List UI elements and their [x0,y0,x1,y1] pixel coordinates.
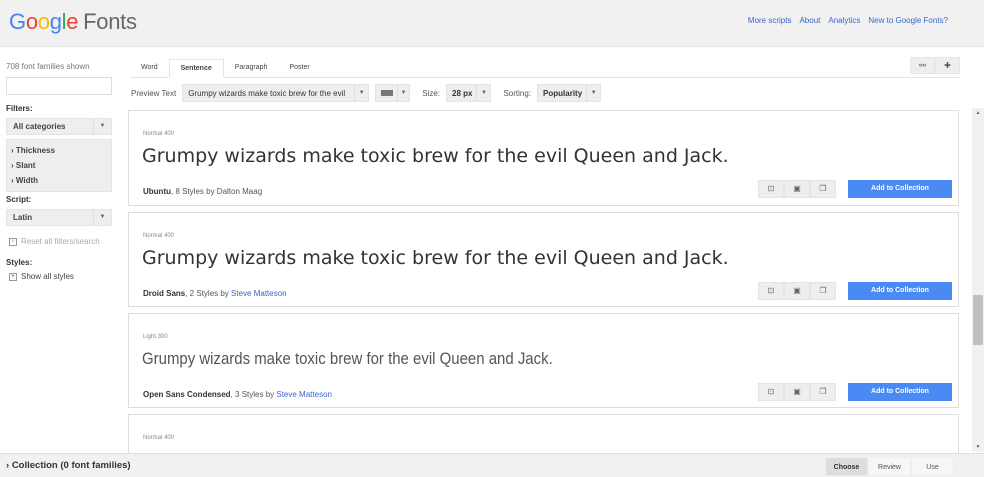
filters-label: Filters: [6,104,33,113]
scroll-down-icon[interactable]: ▼ [972,444,984,450]
font-count: 708 font families shown [6,62,90,71]
collection-footer: › Collection (0 font families) Choose Re… [0,453,984,477]
tab-paragraph[interactable]: Paragraph [224,59,279,77]
category-select[interactable]: All categories ▼ [6,118,112,135]
filter-group: › Thickness › Slant › Width [6,139,112,192]
font-sample: Grumpy wizards make toxic brew for the e… [142,349,553,368]
styles-label: Styles: [6,258,33,267]
tab-sentence[interactable]: Sentence [168,59,224,78]
link-more-scripts[interactable]: More scripts [748,16,792,25]
font-sample: Grumpy wizards make toxic brew for the e… [142,247,729,269]
chevron-down-icon: ▼ [93,119,111,134]
preview-text-value: Grumpy wizards make toxic brew for the e… [188,88,346,98]
font-sample: Grumpy wizards make toxic brew for the e… [142,145,729,167]
font-author: Dalton Maag [216,187,263,196]
font-card-ubuntu: Normal 400 Grumpy wizards make toxic bre… [128,110,959,206]
keyboard-select[interactable]: ▼ [375,84,411,102]
filter-thickness[interactable]: › Thickness [11,143,107,158]
script-value: Latin [13,213,33,222]
chevron-down-icon: ▼ [476,85,490,101]
pop-out-icon[interactable]: ▣ [784,180,810,198]
scrollbar[interactable]: ▲ ▼ [972,108,984,452]
link-analytics[interactable]: Analytics [828,16,860,25]
chevron-down-icon: ▼ [93,210,111,225]
link-icon[interactable]: ⚯ [910,57,935,74]
chevron-down-icon: ▼ [586,85,600,101]
compare-icon[interactable]: ❐ [810,383,836,401]
tab-word[interactable]: Word [130,59,169,77]
font-name: Droid Sans [143,289,186,298]
logo-google: Google [9,9,79,34]
filter-slant[interactable]: › Slant [11,158,107,173]
tab-use[interactable]: Use [911,457,954,476]
add-to-collection-button[interactable]: Add to Collection [848,282,952,300]
category-value: All categories [13,122,66,131]
quick-use-icon[interactable]: ⊡ [758,383,784,401]
reset-label: Reset all filters/search [21,237,100,246]
link-about[interactable]: About [799,16,820,25]
show-styles-label: Show all styles [21,272,74,281]
script-select[interactable]: Latin ▼ [6,209,112,226]
chevron-down-icon: ▼ [396,85,410,101]
search-input[interactable] [6,77,112,95]
collection-label: Collection (0 font families) [11,460,131,471]
compare-icon[interactable]: ❐ [810,180,836,198]
font-name: Ubuntu [143,187,171,196]
sorting-value: Popularity [543,88,583,98]
font-author-link[interactable]: Steve Matteson [231,289,287,298]
preview-text-label: Preview Text [131,88,177,98]
tab-review[interactable]: Review [868,457,911,476]
scroll-up-icon[interactable]: ▲ [972,110,984,116]
font-style-label: Light 300 [143,334,168,340]
sorting-select[interactable]: Popularity ▼ [537,84,602,102]
reset-filters-link[interactable]: × Reset all filters/search [6,237,112,246]
add-to-collection-button[interactable]: Add to Collection [848,180,952,198]
logo-fonts: Fonts [83,9,137,34]
close-box-icon: × [9,237,17,246]
show-all-styles-toggle[interactable]: + Show all styles [6,272,112,281]
size-value: 28 px [452,88,473,98]
preview-text-select[interactable]: Grumpy wizards make toxic brew for the e… [182,84,370,102]
filter-width[interactable]: › Width [11,173,107,188]
size-label: Size: [422,88,440,98]
font-card-droid-sans: Normal 400 Grumpy wizards make toxic bre… [128,212,959,307]
font-card-open-sans-condensed: Light 300 Grumpy wizards make toxic brew… [128,313,959,408]
sorting-label: Sorting: [503,88,532,98]
plus-icon[interactable]: ✚ [935,57,960,74]
view-tabs: Word Sentence Paragraph Poster [130,59,960,78]
pop-out-icon[interactable]: ▣ [784,282,810,300]
quick-use-icon[interactable]: ⊡ [758,282,784,300]
sidebar: 708 font families shown Filters: All cat… [6,62,112,281]
font-style-label: Normal 400 [143,435,175,441]
google-fonts-logo[interactable]: Google Fonts [9,9,137,35]
size-select[interactable]: 28 px ▼ [446,84,492,102]
header: Google Fonts More scripts About Analytics… [0,0,984,47]
collection-toggle[interactable]: › Collection (0 font families) [6,460,131,471]
font-style-label: Normal 400 [143,131,175,137]
script-label: Script: [6,195,32,204]
font-author-link[interactable]: Steve Matteson [276,390,332,399]
font-meta: Open Sans Condensed, 3 Styles by Steve M… [143,390,332,399]
keyboard-icon [381,90,393,96]
expand-box-icon: + [9,272,17,281]
font-style-label: Normal 400 [143,233,175,239]
link-new-to-google-fonts[interactable]: New to Google Fonts? [868,16,948,25]
tab-poster[interactable]: Poster [278,59,320,77]
pop-out-icon[interactable]: ▣ [784,383,810,401]
tab-choose[interactable]: Choose [825,457,868,476]
preview-toolbar: Preview Text Grumpy wizards make toxic b… [131,84,602,102]
chevron-down-icon: ▼ [354,85,368,101]
compare-icon[interactable]: ❐ [810,282,836,300]
quick-use-icon[interactable]: ⊡ [758,180,784,198]
scrollbar-thumb[interactable] [973,295,983,345]
font-meta: Droid Sans, 2 Styles by Steve Matteson [143,289,287,298]
font-name: Open Sans Condensed [143,390,231,399]
font-meta: Ubuntu, 8 Styles by Dalton Maag [143,187,263,196]
add-to-collection-button[interactable]: Add to Collection [848,383,952,401]
